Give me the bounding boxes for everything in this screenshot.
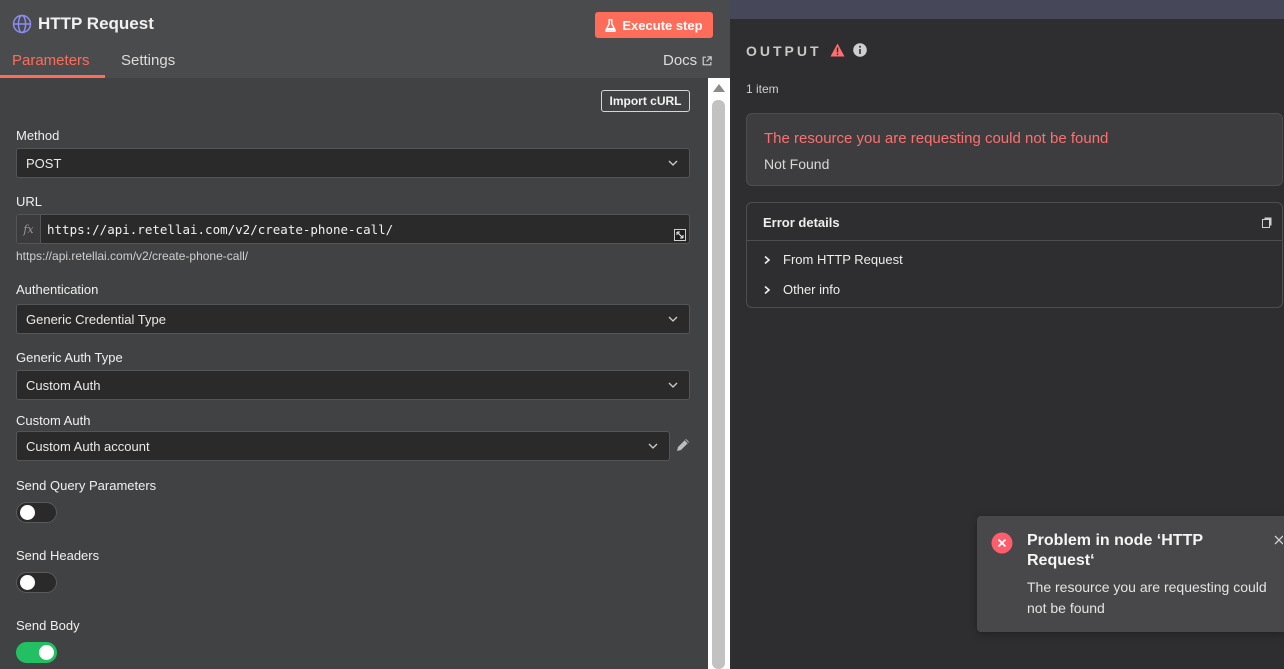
toast-title: Problem in node ‘HTTP Request‘ xyxy=(1027,532,1203,569)
url-resolved-hint: https://api.retellai.com/v2/create-phone… xyxy=(16,249,249,263)
send-body-toggle[interactable] xyxy=(16,642,57,663)
scrollbar-thumb[interactable] xyxy=(712,100,725,669)
globe-icon xyxy=(12,14,32,34)
error-toast: Problem in node ‘HTTP Request‘ The resou… xyxy=(977,516,1284,632)
info-icon[interactable] xyxy=(853,43,867,57)
error-details-title: Error details xyxy=(763,215,840,230)
details-row-from-http-request[interactable]: From HTTP Request xyxy=(763,252,903,267)
chevron-down-icon xyxy=(668,160,678,166)
method-value: POST xyxy=(26,155,62,171)
custom-auth-label: Custom Auth xyxy=(16,413,91,428)
details-row-label: From HTTP Request xyxy=(783,252,903,267)
output-title: OUTPUT xyxy=(746,43,822,59)
node-parameters-panel: HTTP Request Execute step Parameters Set… xyxy=(0,0,730,669)
chevron-right-icon xyxy=(764,285,771,294)
items-count: 1 item xyxy=(746,82,779,96)
send-query-toggle[interactable] xyxy=(16,502,57,523)
error-circle-icon xyxy=(991,532,1013,554)
error-subtitle: Not Found xyxy=(764,156,830,172)
output-top-bar xyxy=(730,0,1284,19)
scroll-up-arrow[interactable] xyxy=(713,84,725,92)
chevron-down-icon xyxy=(668,382,678,388)
generic-auth-type-select[interactable]: Custom Auth xyxy=(16,370,690,400)
expression-fx-icon: fx xyxy=(17,215,41,243)
toggle-knob xyxy=(20,575,35,590)
expand-editor-icon[interactable] xyxy=(674,229,686,241)
copy-icon[interactable] xyxy=(1262,217,1272,228)
import-curl-button[interactable]: Import cURL xyxy=(601,90,690,112)
chevron-down-icon xyxy=(668,316,678,322)
docs-link[interactable]: Docs xyxy=(663,52,712,69)
method-select[interactable]: POST xyxy=(16,148,690,178)
error-details-header: Error details xyxy=(747,203,1282,241)
execute-step-label: Execute step xyxy=(622,17,703,33)
generic-auth-type-label: Generic Auth Type xyxy=(16,350,123,365)
send-query-label: Send Query Parameters xyxy=(16,478,157,493)
warning-icon xyxy=(830,43,845,57)
generic-auth-type-value: Custom Auth xyxy=(26,377,101,393)
error-details-card: Error details From HTTP Request Other in… xyxy=(746,202,1283,308)
authentication-label: Authentication xyxy=(16,282,99,297)
authentication-select[interactable]: Generic Credential Type xyxy=(16,304,690,334)
authentication-value: Generic Credential Type xyxy=(26,311,166,327)
custom-auth-value: Custom Auth account xyxy=(26,438,150,454)
error-title: The resource you are requesting could no… xyxy=(764,130,1109,147)
details-row-label: Other info xyxy=(783,282,841,297)
close-icon[interactable] xyxy=(1273,534,1283,546)
flask-icon xyxy=(605,18,617,32)
docs-label: Docs xyxy=(663,52,698,69)
method-label: Method xyxy=(16,128,60,143)
send-headers-label: Send Headers xyxy=(16,548,100,563)
error-card: The resource you are requesting could no… xyxy=(746,113,1283,186)
send-body-label: Send Body xyxy=(16,618,80,633)
url-label: URL xyxy=(16,194,43,209)
panel-header: HTTP Request Execute step Parameters Set… xyxy=(0,0,730,78)
chevron-down-icon xyxy=(648,443,658,449)
toggle-knob xyxy=(39,645,54,660)
chevron-right-icon xyxy=(764,255,771,264)
url-input[interactable]: fx https://api.retellai.com/v2/create-ph… xyxy=(16,214,690,244)
active-tab-indicator xyxy=(0,75,105,78)
custom-auth-select[interactable]: Custom Auth account xyxy=(16,431,670,461)
toggle-knob xyxy=(20,505,35,520)
node-title: HTTP Request xyxy=(38,14,154,33)
execute-step-button[interactable]: Execute step xyxy=(595,12,713,38)
edit-credential-pencil-icon[interactable] xyxy=(675,437,691,453)
tab-parameters[interactable]: Parameters xyxy=(12,52,90,69)
external-link-icon xyxy=(702,55,712,65)
toast-message: The resource you are requesting could no… xyxy=(1027,579,1267,616)
send-headers-toggle[interactable] xyxy=(16,572,57,593)
url-value: https://api.retellai.com/v2/create-phone… xyxy=(47,222,394,237)
tab-settings[interactable]: Settings xyxy=(121,52,175,69)
details-row-other-info[interactable]: Other info xyxy=(763,282,840,297)
